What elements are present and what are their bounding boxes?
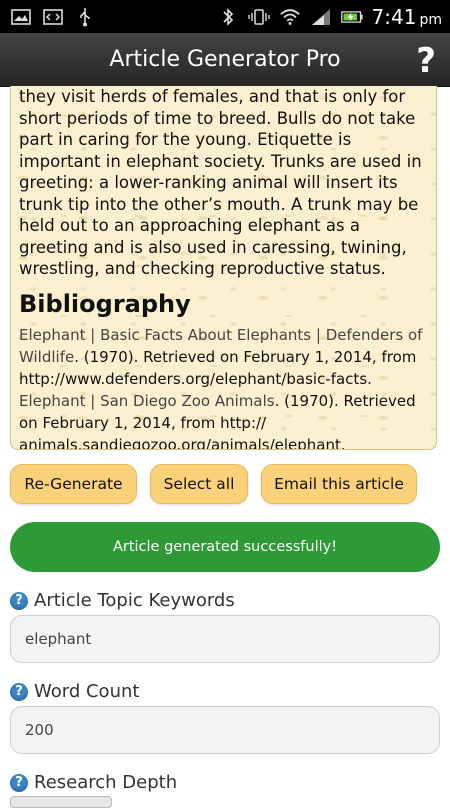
help-icon[interactable]: ? — [10, 591, 28, 610]
regenerate-button[interactable]: Re-Generate — [10, 464, 137, 504]
research-depth-label-text: Research Depth — [34, 772, 178, 793]
keywords-input[interactable] — [10, 615, 440, 663]
word-count-label: ? Word Count — [10, 681, 139, 702]
gallery-notification-icon — [10, 8, 32, 26]
app-title: Article Generator Pro — [109, 47, 341, 72]
help-icon[interactable]: ? — [10, 682, 28, 701]
bibliography-entry: Elephant | Basic Facts About Elephants |… — [19, 324, 428, 450]
wifi-icon — [279, 8, 301, 26]
word-count-label-text: Word Count — [34, 681, 140, 702]
action-bar: Article Generator Pro ? — [0, 33, 450, 87]
help-icon[interactable]: ? — [10, 773, 28, 792]
article-panel[interactable]: they visit herds of females, and that is… — [10, 86, 437, 450]
article-body: they visit herds of females, and that is… — [19, 87, 422, 278]
status-time: 7:41 pm — [371, 4, 442, 29]
usb-icon — [74, 7, 96, 26]
research-depth-select[interactable] — [10, 796, 112, 808]
help-button[interactable]: ? — [416, 41, 436, 81]
bibliography-heading: Bibliography — [19, 289, 191, 318]
select-all-button[interactable]: Select all — [150, 464, 248, 504]
keywords-label: ? Article Topic Keywords — [10, 590, 235, 611]
action-buttons: Re-Generate Select all Email this articl… — [10, 464, 440, 504]
word-count-input[interactable] — [10, 706, 440, 754]
research-depth-label: ? Research Depth — [10, 772, 177, 793]
success-banner: Article generated successfully! — [10, 522, 440, 572]
signal-icon — [310, 8, 332, 26]
keywords-label-text: Article Topic Keywords — [34, 590, 235, 611]
email-article-button[interactable]: Email this article — [261, 464, 417, 504]
status-bar: 7:41 pm — [0, 0, 450, 33]
battery-charging-icon — [340, 8, 363, 26]
bibliography-text: . (1970). Retrieved on February 1, 2014,… — [19, 347, 417, 388]
bluetooth-icon — [217, 7, 239, 26]
bibliography-link[interactable]: Elephant | San Diego Zoo Animals — [19, 392, 275, 410]
code-notification-icon — [42, 8, 64, 26]
vibrate-icon — [247, 8, 270, 26]
